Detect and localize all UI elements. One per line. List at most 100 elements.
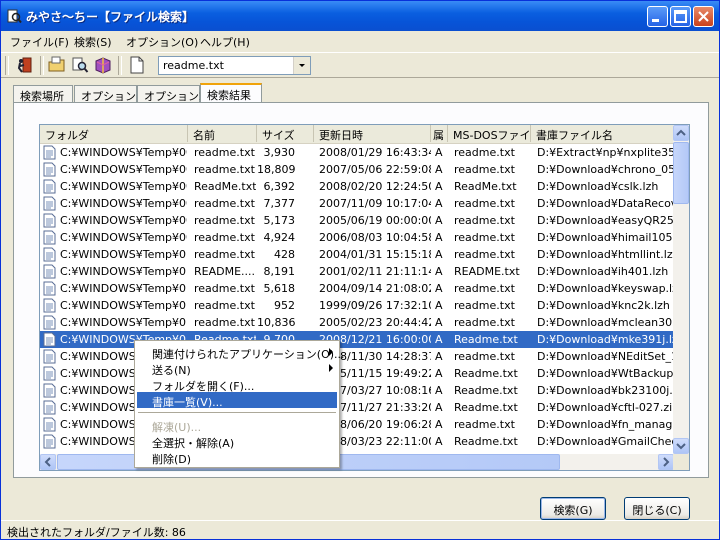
status-text: 検出されたフォルダ/ファイル数: 86	[7, 526, 186, 539]
cell-date: 1999/09/26 17:32:10	[319, 299, 431, 312]
exit-icon[interactable]	[16, 56, 34, 74]
text-file-icon	[43, 332, 56, 347]
cell-archive: D:¥Download¥chrono_051_0	[537, 163, 674, 176]
toolbar-grip	[5, 56, 9, 75]
context-extract: 解凍(U)...	[137, 417, 337, 434]
cell-archive: D:¥Download¥WtBackup208	[537, 367, 674, 380]
tab-option1[interactable]: オプション1	[74, 85, 143, 103]
cell-dos: readme.txt	[454, 146, 515, 159]
chevron-down-icon	[299, 64, 305, 67]
table-row[interactable]: C:¥WINDOWS¥Temp¥01... readme.txt 952 1999/0…	[40, 297, 674, 314]
scroll-up-button[interactable]	[673, 125, 689, 141]
table-row[interactable]: C:¥WINDOWS¥Temp¥00... readme.txt 7,377 2007…	[40, 195, 674, 212]
text-file-icon	[43, 400, 56, 415]
cell-size: 4,924	[263, 231, 296, 244]
scroll-left-button[interactable]	[40, 454, 56, 470]
cell-archive: D:¥Download¥fn_manager.z	[537, 418, 674, 431]
cell-date: 2008/01/29 16:43:34	[319, 146, 431, 159]
column-header-attr[interactable]: 属	[431, 125, 448, 142]
cell-dos: Readme.txt	[454, 435, 518, 448]
cell-archive: D:¥Download¥knc2k.lzh	[537, 299, 670, 312]
filename-combo-dropdown[interactable]	[293, 57, 310, 74]
table-row[interactable]: C:¥WINDOWS¥Temp¥00... readme.txt 4,924 2006…	[40, 229, 674, 246]
table-row[interactable]: C:¥WINDOWS¥Temp¥01... README.... 8,191 2001…	[40, 263, 674, 280]
cell-dos: Readme.txt	[454, 333, 518, 346]
cell-size: 7,377	[263, 197, 296, 210]
new-file-icon[interactable]	[128, 56, 146, 74]
book-icon[interactable]	[94, 56, 112, 74]
menu-file[interactable]: ファイル(F)	[10, 34, 69, 50]
context-archive-list[interactable]: 書庫一覧(V)...	[137, 392, 337, 409]
cell-name: readme.txt	[194, 248, 255, 261]
filename-combo[interactable]: readme.txt	[158, 56, 311, 75]
text-file-icon	[43, 145, 56, 160]
cell-archive: D:¥Download¥GmailChecke	[537, 435, 674, 448]
column-header-date[interactable]: 更新日時	[314, 125, 431, 142]
scroll-right-button[interactable]	[658, 454, 674, 470]
cell-attr: A	[435, 265, 443, 278]
table-row[interactable]: C:¥WINDOWS¥Temp¥00... readme.txt 3,930 2008…	[40, 144, 674, 161]
table-row[interactable]: C:¥WINDOWS¥Temp¥00...readme.txt18,809200…	[40, 161, 674, 178]
table-row[interactable]: C:¥WINDOWS¥Temp¥01...readme.txt10,836200…	[40, 314, 674, 331]
cell-dos: readme.txt	[454, 282, 515, 295]
text-file-icon	[43, 281, 56, 296]
menu-search[interactable]: 検索(S)	[74, 34, 112, 50]
find-icon[interactable]	[71, 56, 89, 74]
cell-date: 2007/11/09 10:17:04	[319, 197, 431, 210]
context-delete[interactable]: 削除(D)	[137, 449, 337, 466]
arrow-left-icon	[44, 457, 51, 467]
context-send-to[interactable]: 送る(N)	[137, 360, 337, 377]
cell-date: 2005/06/19 00:00:00	[319, 214, 431, 227]
text-file-icon	[43, 349, 56, 364]
context-delete-label: 削除(D)	[152, 453, 192, 466]
maximize-icon	[674, 10, 687, 23]
scroll-down-button[interactable]	[673, 438, 689, 454]
tab-search-location[interactable]: 検索場所	[13, 85, 73, 103]
menu-options[interactable]: オプション(O)	[126, 34, 198, 50]
table-row[interactable]: C:¥WINDOWS¥Temp¥01... readme.txt 5,618 2004…	[40, 280, 674, 297]
context-separator	[138, 412, 336, 413]
cell-name: readme.txt	[194, 282, 255, 295]
cell-date: 2001/02/11 21:11:14	[319, 265, 431, 278]
cell-name: README....	[194, 265, 256, 278]
cell-dos: readme.txt	[454, 231, 515, 244]
minimize-button[interactable]	[647, 6, 668, 27]
vertical-scrollbar[interactable]	[673, 125, 689, 454]
tab-search-results[interactable]: 検索結果	[200, 83, 262, 104]
column-header-name[interactable]: 名前	[188, 125, 257, 142]
column-header-folder[interactable]: フォルダ	[40, 125, 188, 142]
cell-size: 5,618	[263, 282, 296, 295]
cell-size: 6,392	[263, 180, 296, 193]
search-button[interactable]: 検索(G)	[540, 497, 606, 520]
filename-combo-value: readme.txt	[163, 59, 224, 72]
close-button[interactable]: 閉じる(C)	[624, 497, 690, 520]
column-header-dos-name[interactable]: MS-DOSファイ…	[448, 125, 531, 142]
cell-archive: D:¥Extract¥np¥nxplite35.zip	[537, 146, 674, 159]
table-row[interactable]: C:¥WINDOWS¥Temp¥00... ReadMe.txt 6,392 2008…	[40, 178, 674, 195]
cell-folder: C:¥WINDOWS¥Temp¥00...	[60, 214, 187, 227]
column-header-archive[interactable]: 書庫ファイル名	[531, 125, 674, 142]
cell-archive: D:¥Download¥htmllint.lzh	[537, 248, 674, 261]
cell-attr: A	[435, 299, 443, 312]
arrow-right-icon	[663, 457, 670, 467]
context-open-with[interactable]: 関連付けられたアプリケーション(O)...	[137, 344, 345, 361]
maximize-button[interactable]	[670, 6, 691, 27]
table-row[interactable]: C:¥WINDOWS¥Temp¥00... readme.txt 5,173 2005…	[40, 212, 674, 229]
context-open-folder[interactable]: フォルダを開く(F)...	[137, 376, 337, 393]
cell-archive: D:¥Download¥bk23100j.zip	[537, 384, 674, 397]
cell-name: readme.txt	[194, 163, 255, 176]
menu-help[interactable]: ヘルプ(H)	[200, 34, 250, 50]
title-bar[interactable]: みやさ〜ちー【ファイル検索】	[1, 1, 719, 31]
text-file-icon	[43, 383, 56, 398]
column-header-size[interactable]: サイズ	[257, 125, 314, 142]
context-select-all[interactable]: 全選択・解除(A)	[137, 433, 337, 450]
toolbar: readme.txt	[1, 52, 719, 78]
cell-archive: D:¥Download¥DataRecover	[537, 197, 674, 210]
vertical-scroll-thumb[interactable]	[673, 142, 689, 204]
folder-open-icon[interactable]	[48, 56, 66, 74]
cell-date: 2004/09/14 21:08:02	[319, 282, 431, 295]
close-window-button[interactable]	[693, 6, 714, 27]
table-row[interactable]: C:¥WINDOWS¥Temp¥01... readme.txt 428 2004/0…	[40, 246, 674, 263]
tab-option2[interactable]: オプション2	[137, 85, 206, 103]
cell-dos: Readme.txt	[454, 401, 518, 414]
